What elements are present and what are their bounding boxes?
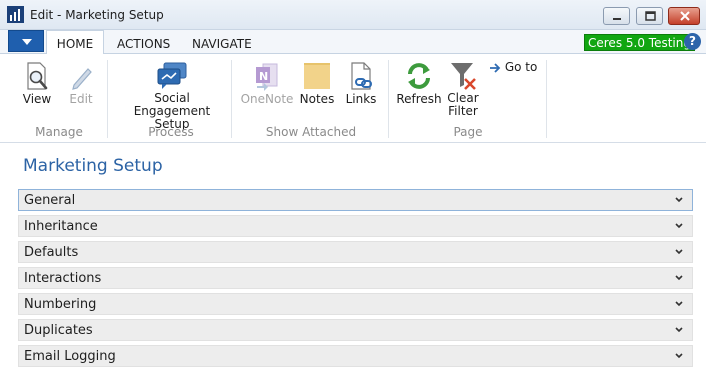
notes-label: Notes <box>299 92 335 106</box>
fasttab-email-logging[interactable]: Email Logging <box>18 345 693 367</box>
view-label: View <box>22 92 52 106</box>
ribbon-separator <box>107 60 108 138</box>
close-button[interactable] <box>668 7 700 25</box>
fasttab-label: Defaults <box>24 245 79 260</box>
go-to-label: Go to <box>504 60 538 74</box>
window-title: Edit - Marketing Setup <box>30 8 164 22</box>
title-bar: Edit - Marketing Setup <box>0 0 706 30</box>
svg-text:N: N <box>259 70 268 83</box>
dropdown-arrow-icon <box>22 39 32 45</box>
onenote-button[interactable]: N OneNote <box>240 60 294 106</box>
view-icon <box>27 62 48 90</box>
onenote-label: OneNote <box>240 92 294 106</box>
minimize-button[interactable] <box>603 7 630 25</box>
pencil-icon <box>72 68 92 90</box>
ribbon-separator <box>546 60 547 138</box>
fasttab-general[interactable]: General <box>18 189 693 211</box>
chevron-down-icon <box>675 249 683 255</box>
fasttab-interactions[interactable]: Interactions <box>18 267 693 289</box>
application-menu-button[interactable] <box>8 30 44 52</box>
fasttab-label: Duplicates <box>24 323 93 338</box>
fasttab-label: General <box>24 193 76 208</box>
fasttab-defaults[interactable]: Defaults <box>18 241 693 263</box>
clear-filter-button[interactable]: Clear Filter <box>444 60 482 118</box>
fasttab-label: Interactions <box>24 271 102 286</box>
fasttab-numbering[interactable]: Numbering <box>18 293 693 315</box>
tab-navigate[interactable]: NAVIGATE <box>192 34 252 54</box>
clear-filter-icon <box>451 63 476 90</box>
group-label-manage: Manage <box>35 125 83 139</box>
minimize-icon <box>613 18 621 20</box>
fasttab-label: Inheritance <box>24 219 98 234</box>
view-button[interactable]: View <box>20 60 54 106</box>
group-label-page: Page <box>453 125 483 139</box>
maximize-button[interactable] <box>636 7 663 25</box>
app-logo-icon <box>7 6 24 23</box>
tab-home[interactable]: HOME <box>46 30 104 55</box>
group-label-process: Process <box>148 125 194 139</box>
links-label: Links <box>345 92 377 106</box>
page-title: Marketing Setup <box>23 156 163 176</box>
fasttab-duplicates[interactable]: Duplicates <box>18 319 693 341</box>
ribbon: View Edit Manage Social Engagement Setup… <box>0 54 706 143</box>
onenote-icon: N <box>256 63 278 91</box>
chevron-down-icon <box>675 197 683 203</box>
tab-actions[interactable]: ACTIONS <box>117 34 170 54</box>
ribbon-tab-row: HOME ACTIONS NAVIGATE Ceres 5.0 Testing … <box>0 30 706 55</box>
chevron-down-icon <box>675 353 683 359</box>
chevron-down-icon <box>675 275 683 281</box>
chevron-down-icon <box>675 223 683 229</box>
close-icon <box>680 11 690 21</box>
refresh-icon <box>408 63 430 89</box>
clear-filter-label-line2: Filter <box>448 104 478 118</box>
link-icon <box>351 62 372 90</box>
chevron-down-icon <box>675 327 683 333</box>
ribbon-separator <box>231 60 232 138</box>
group-label-show-attached: Show Attached <box>265 125 357 139</box>
edit-button[interactable]: Edit <box>65 60 97 106</box>
fasttab-label: Numbering <box>24 297 97 312</box>
refresh-button[interactable]: Refresh <box>396 60 442 106</box>
fasttab-inheritance[interactable]: Inheritance <box>18 215 693 237</box>
fasttab-label: Email Logging <box>24 349 116 364</box>
maximize-icon <box>645 11 656 21</box>
refresh-label: Refresh <box>396 92 442 106</box>
notes-button[interactable]: Notes <box>298 60 336 106</box>
edit-label: Edit <box>69 92 93 106</box>
environment-badge: Ceres 5.0 Testing <box>584 34 695 51</box>
ribbon-separator <box>388 60 389 138</box>
social-engagement-icon <box>157 62 187 89</box>
social-engagement-setup-button[interactable]: Social Engagement Setup <box>117 60 227 131</box>
note-icon <box>304 63 330 89</box>
go-to-button[interactable]: Go to <box>489 60 539 74</box>
arrow-right-icon <box>490 62 501 73</box>
chevron-down-icon <box>675 301 683 307</box>
help-icon[interactable]: ? <box>684 33 701 50</box>
links-button[interactable]: Links <box>343 60 379 106</box>
